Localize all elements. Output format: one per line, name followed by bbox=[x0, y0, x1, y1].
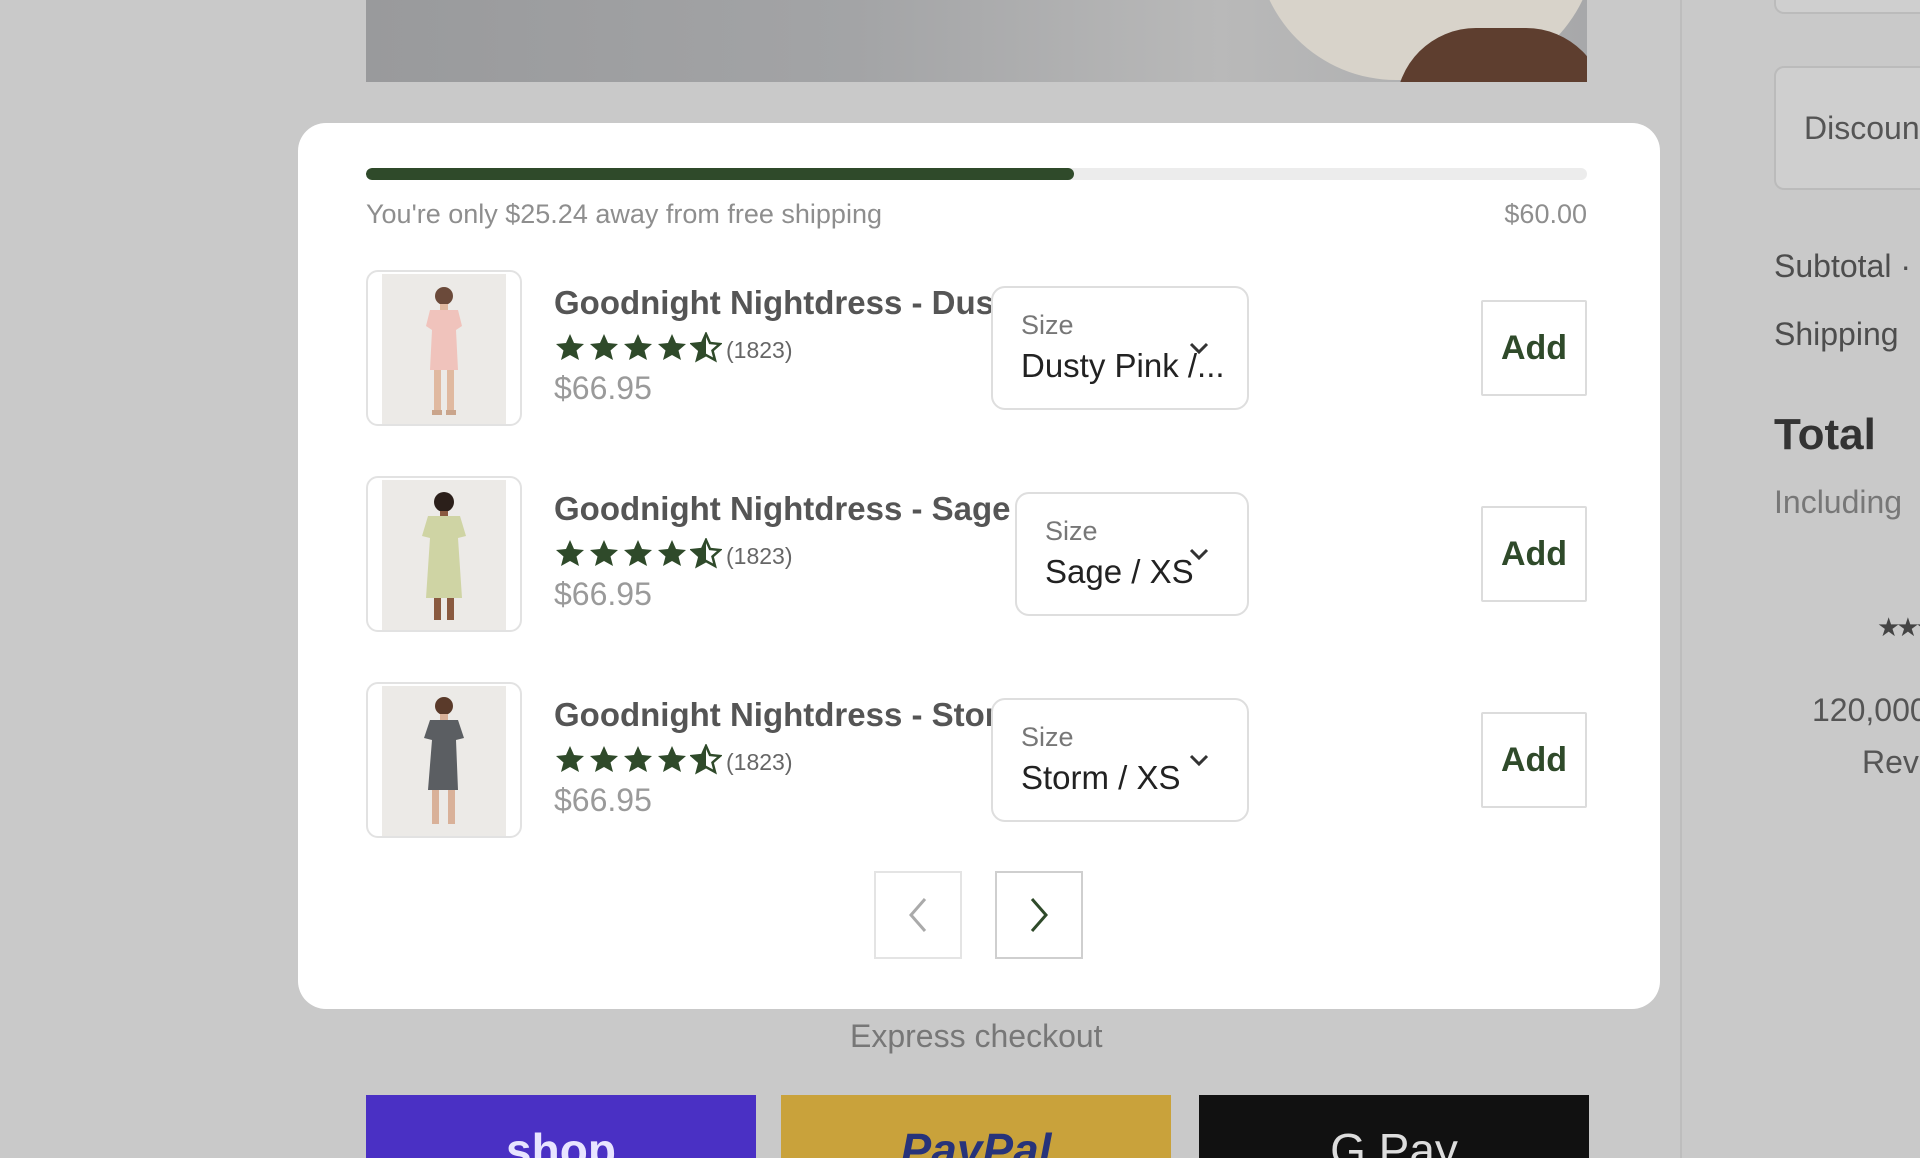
google-pay-button[interactable]: G Pay bbox=[1199, 1095, 1589, 1158]
express-checkout-label: Express checkout bbox=[850, 1018, 1103, 1054]
discount-placeholder: Discoun bbox=[1804, 109, 1920, 146]
star-full-icon bbox=[590, 334, 618, 360]
chevron-down-icon bbox=[1189, 342, 1209, 355]
product-image bbox=[382, 274, 506, 424]
add-to-cart-button[interactable]: Add bbox=[1481, 712, 1587, 808]
free-shipping-message: You're only $25.24 away from free shippi… bbox=[366, 199, 882, 229]
product-image bbox=[382, 686, 506, 836]
summary-top-field[interactable] bbox=[1774, 0, 1920, 14]
product-price: $66.95 bbox=[554, 576, 652, 612]
google-pay-label: G Pay bbox=[1330, 1124, 1458, 1158]
paypal-label: PayPal bbox=[900, 1124, 1052, 1158]
model-figure-icon bbox=[424, 697, 464, 824]
chevron-down-icon bbox=[1189, 548, 1209, 561]
rating-stars bbox=[554, 536, 724, 575]
star-full-icon bbox=[624, 334, 652, 360]
rating-count: (1823) bbox=[726, 337, 793, 363]
chevron-left-icon bbox=[909, 898, 927, 932]
star-full-icon bbox=[556, 334, 584, 360]
including-taxes-label: Including bbox=[1774, 484, 1903, 520]
star-half-icon bbox=[688, 536, 724, 569]
star-full-icon bbox=[556, 540, 584, 566]
rating-count: (1823) bbox=[726, 749, 793, 775]
product-row: Goodnight Nightdress - Storm (1823) $66.… bbox=[366, 682, 1587, 838]
free-shipping-threshold: $60.00 bbox=[1504, 199, 1587, 229]
carousel-prev-button[interactable] bbox=[874, 871, 962, 959]
paypal-button[interactable]: PayPal bbox=[781, 1095, 1171, 1158]
product-row: Goodnight Nightdress - Dusty Pink (1823)… bbox=[366, 270, 1587, 426]
star-full-icon bbox=[658, 334, 686, 360]
star-full-icon bbox=[658, 746, 686, 772]
product-name[interactable]: Goodnight Nightdress - Sage bbox=[554, 490, 1011, 528]
rating-stars bbox=[554, 330, 724, 369]
reviews-label: Revi bbox=[1862, 744, 1920, 780]
size-select-value: Dusty Pink /... bbox=[1021, 347, 1225, 384]
add-to-cart-button[interactable]: Add bbox=[1481, 506, 1587, 602]
reviews-count: 120,000 bbox=[1812, 692, 1920, 728]
shop-pay-label: shop bbox=[506, 1124, 616, 1158]
chevron-down-icon bbox=[1189, 754, 1209, 767]
star-half-icon bbox=[688, 330, 724, 363]
size-select-value: Storm / XS bbox=[1021, 759, 1181, 796]
star-full-icon bbox=[556, 746, 584, 772]
product-rating: (1823) bbox=[554, 536, 793, 575]
total-label: Total bbox=[1774, 410, 1876, 459]
product-thumbnail[interactable] bbox=[366, 270, 522, 426]
star-full-icon bbox=[624, 540, 652, 566]
rating-count: (1823) bbox=[726, 543, 793, 569]
rating-stars bbox=[554, 742, 724, 781]
product-row: Goodnight Nightdress - Sage (1823) $66.9… bbox=[366, 476, 1587, 632]
model-figure-icon bbox=[426, 287, 462, 415]
size-select[interactable]: Size Sage / XS bbox=[1015, 492, 1249, 616]
product-rating: (1823) bbox=[554, 330, 793, 369]
discount-code-input[interactable]: Discoun bbox=[1774, 66, 1920, 190]
shop-pay-button[interactable]: shop bbox=[366, 1095, 756, 1158]
star-full-icon bbox=[590, 746, 618, 772]
reviews-stars: ★★★ bbox=[1877, 612, 1920, 642]
product-price: $66.95 bbox=[554, 782, 652, 818]
product-thumbnail[interactable] bbox=[366, 476, 522, 632]
product-name[interactable]: Goodnight Nightdress - Storm bbox=[554, 696, 1027, 734]
size-select-value: Sage / XS bbox=[1045, 553, 1194, 590]
product-image bbox=[382, 480, 506, 630]
star-half-icon bbox=[688, 742, 724, 775]
chevron-right-icon bbox=[1030, 898, 1048, 932]
subtotal-label: Subtotal · bbox=[1774, 248, 1911, 284]
star-full-icon bbox=[590, 540, 618, 566]
star-full-icon bbox=[624, 746, 652, 772]
product-rating: (1823) bbox=[554, 742, 793, 781]
size-select-label: Size bbox=[1045, 516, 1098, 546]
free-shipping-progress bbox=[366, 168, 1587, 180]
carousel-next-button[interactable] bbox=[995, 871, 1083, 959]
star-full-icon bbox=[658, 540, 686, 566]
model-figure-icon bbox=[422, 492, 466, 620]
free-shipping-progress-fill bbox=[366, 168, 1075, 180]
size-select[interactable]: Size Dusty Pink /... bbox=[991, 286, 1249, 410]
size-select[interactable]: Size Storm / XS bbox=[991, 698, 1249, 822]
size-select-label: Size bbox=[1021, 310, 1074, 340]
column-divider bbox=[1680, 0, 1682, 1158]
shipping-label: Shipping bbox=[1774, 316, 1899, 352]
product-thumbnail[interactable] bbox=[366, 682, 522, 838]
add-to-cart-button[interactable]: Add bbox=[1481, 300, 1587, 396]
product-price: $66.95 bbox=[554, 370, 652, 406]
upsell-card: You're only $25.24 away from free shippi… bbox=[298, 123, 1660, 1009]
hero-image bbox=[366, 0, 1587, 82]
size-select-label: Size bbox=[1021, 722, 1074, 752]
